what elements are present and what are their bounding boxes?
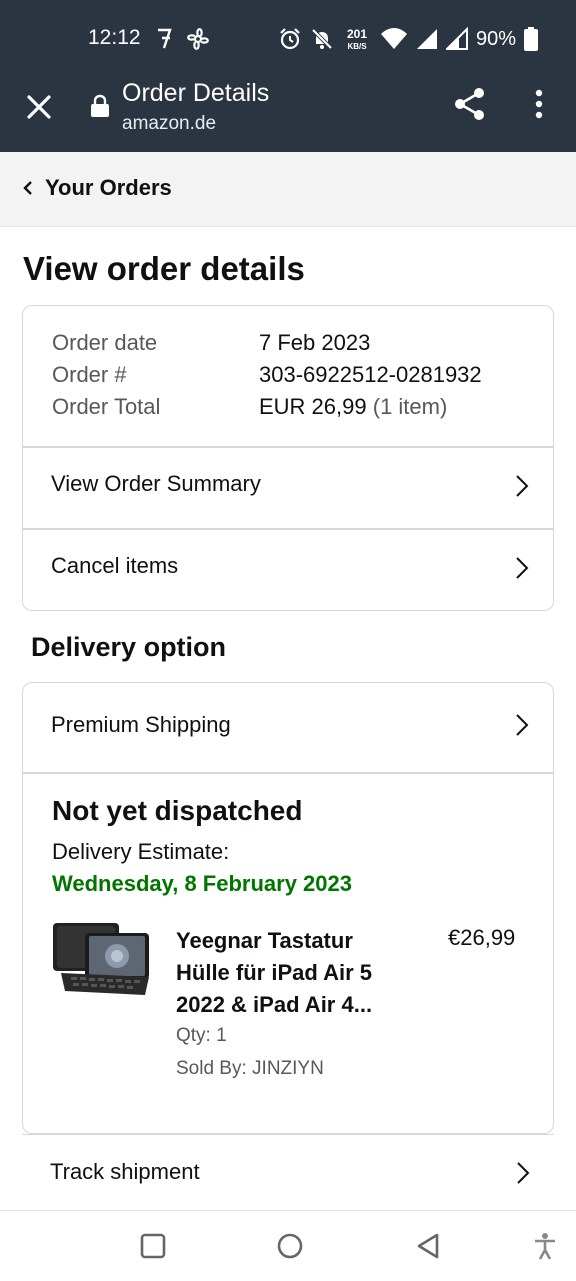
order-date-label: Order date [52, 330, 158, 355]
product-quantity: Qty: 1 [176, 1025, 227, 1046]
signal-icon [416, 29, 437, 49]
order-number-label: Order # [52, 362, 127, 387]
close-icon[interactable] [22, 90, 56, 124]
breadcrumb[interactable]: Your Orders [0, 152, 576, 227]
battery-percent: 90% [475, 27, 516, 50]
bell-off-icon [311, 28, 333, 50]
order-number-value: 303-6922512-0281932 [259, 362, 482, 387]
product-seller: Sold By: JINZIYN [176, 1058, 324, 1079]
divider [23, 772, 553, 774]
chevron-right-icon [516, 714, 529, 736]
product-image[interactable] [51, 921, 155, 997]
net-speed-indicator: 201 KB/S [347, 27, 367, 51]
status-bar: 12:12 201 KB/S 90% [0, 0, 576, 76]
status-time: 12:12 [88, 26, 141, 49]
order-total-amount: EUR 26,99 [259, 394, 367, 419]
more-options-icon[interactable] [528, 86, 550, 122]
delivery-estimate-label: Delivery Estimate: [52, 839, 230, 864]
track-shipment-row[interactable]: Track shipment [22, 1134, 554, 1211]
cancel-items-row[interactable]: Cancel items [23, 529, 553, 609]
battery-icon [524, 27, 538, 51]
order-total-items: (1 item) [372, 394, 448, 419]
breadcrumb-your-orders[interactable]: Your Orders [45, 175, 172, 201]
signal-roaming-icon [445, 27, 468, 50]
shipping-option-label: Premium Shipping [51, 712, 231, 737]
chevron-right-icon [516, 475, 529, 497]
svg-text:201: 201 [347, 27, 367, 41]
order-total-value: EUR 26,99 (1 item) [259, 394, 447, 420]
system-nav-bar [0, 1210, 576, 1281]
chevron-right-icon [517, 1162, 530, 1184]
order-total-label: Order Total [52, 394, 161, 419]
lock-icon [91, 94, 109, 117]
view-order-summary-row[interactable]: View Order Summary [23, 447, 553, 527]
home-icon[interactable] [275, 1231, 305, 1261]
svg-text:KB/S: KB/S [347, 42, 367, 51]
track-shipment-label: Track shipment [50, 1159, 200, 1184]
premium-shipping-row[interactable]: Premium Shipping [23, 683, 553, 771]
delivery-card: Premium Shipping Not yet dispatched Deli… [22, 682, 554, 1134]
browser-toolbar: Order Details amazon.de [0, 76, 576, 152]
order-details-heading: View order details [23, 250, 305, 287]
share-icon[interactable] [452, 86, 488, 122]
notification-icons [158, 28, 209, 50]
chevron-right-icon [516, 557, 529, 579]
wifi-icon [380, 28, 407, 49]
product-price: €26,99 [448, 925, 516, 950]
alarm-icon [280, 28, 300, 50]
page-title: Order Details [122, 79, 270, 107]
delivery-option-heading: Delivery option [31, 632, 227, 662]
accessibility-icon[interactable] [530, 1231, 560, 1261]
shipment-status: Not yet dispatched [52, 795, 303, 826]
product-title[interactable]: Yeegnar Tastatur Hülle für iPad Air 5 20… [176, 925, 406, 1021]
back-icon[interactable] [413, 1231, 443, 1261]
cancel-items-label: Cancel items [51, 553, 179, 578]
delivery-estimate-date: Wednesday, 8 February 2023 [52, 871, 352, 896]
site-domain: amazon.de [122, 113, 217, 134]
view-order-summary-label: View Order Summary [51, 471, 261, 496]
system-status-icons: 201 KB/S 90% [278, 22, 538, 56]
recents-icon[interactable] [138, 1231, 168, 1261]
order-info-card: Order date 7 Feb 2023 Order # 303-692251… [22, 305, 554, 611]
chevron-left-icon [23, 181, 32, 195]
order-date-value: 7 Feb 2023 [259, 330, 371, 355]
